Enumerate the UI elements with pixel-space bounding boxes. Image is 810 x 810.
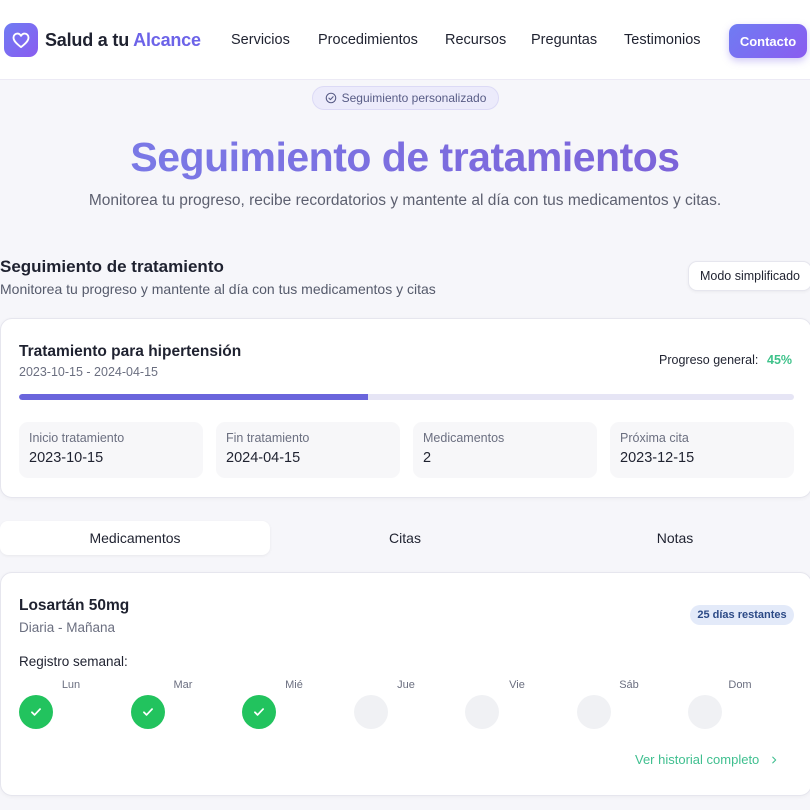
top-navbar: Salud a tu Alcance Servicios Procedimien… [0,0,810,80]
stat-end: Fin tratamiento 2024-04-15 [216,422,400,478]
treatment-card: Tratamiento para hipertensión 2023-10-15… [0,318,810,498]
medication-card: Losartán 50mg Diaria - Mañana 25 días re… [0,572,810,796]
day-toggle-jue[interactable] [354,695,388,729]
day-toggle-mie[interactable] [242,695,276,729]
stat-value: 2 [423,450,432,466]
progress-label: Progreso general: [659,353,759,367]
day-toggle-mar[interactable] [131,695,165,729]
hero-badge: Seguimiento personalizado [312,86,499,110]
tab-medicamentos[interactable]: Medicamentos [0,521,270,555]
view-history-label: Ver historial completo [635,752,760,767]
nav-link-testimonios[interactable]: Testimonios [624,32,701,48]
day-label-mar: Mar [173,679,193,691]
day-toggle-dom[interactable] [688,695,722,729]
nav-link-servicios[interactable]: Servicios [231,32,290,48]
heart-icon [12,32,30,48]
day-label-lun: Lun [61,679,81,691]
check-icon [143,708,153,716]
brand-name[interactable]: Salud a tu Alcance [45,30,201,51]
stat-label: Fin tratamiento [226,431,310,445]
brand-logo[interactable] [4,23,38,57]
nav-link-preguntas[interactable]: Preguntas [531,32,597,48]
treatment-dates: 2023-10-15 - 2024-04-15 [19,365,158,379]
tab-notas[interactable]: Notas [540,521,810,555]
day-toggle-vie[interactable] [465,695,499,729]
hero-subtitle: Monitorea tu progreso, recibe recordator… [88,192,722,209]
treatment-title: Tratamiento para hipertensión [19,343,242,360]
stat-value: 2023-12-15 [620,450,695,466]
tabs-bar: Medicamentos Citas Notas [0,521,810,555]
stat-label: Medicamentos [423,431,505,445]
stat-value: 2023-10-15 [29,450,104,466]
section-subtitle: Monitorea tu progreso y mantente al día … [0,281,436,297]
stat-start: Inicio tratamiento 2023-10-15 [19,422,203,478]
day-toggle-lun[interactable] [19,695,53,729]
stat-next-appointment: Próxima cita 2023-12-15 [610,422,794,478]
brand-name-part1: Salud a tu [45,30,134,50]
stat-value: 2024-04-15 [226,450,301,466]
day-toggle-sab[interactable] [577,695,611,729]
day-label-vie: Vie [509,679,525,691]
section-title: Seguimiento de tratamiento [0,257,224,276]
stat-label: Inicio tratamiento [29,431,125,445]
tab-citas[interactable]: Citas [270,521,540,555]
chevron-right-icon [772,756,777,763]
check-circle-icon [325,92,336,104]
day-label-jue: Jue [397,679,415,691]
medication-name: Losartán 50mg [19,597,130,614]
day-label-mie: Mié [285,679,303,691]
nav-link-procedimientos[interactable]: Procedimientos [318,32,418,48]
nav-link-recursos[interactable]: Recursos [445,32,506,48]
days-remaining-badge: 25 días restantes [690,605,794,625]
stat-label: Próxima cita [620,431,689,445]
progress-bar-fill [19,394,368,400]
hero-badge-label: Seguimiento personalizado [341,91,487,105]
weekly-log-label: Registro semanal: [19,654,128,669]
progress-bar [19,394,794,400]
medication-frequency: Diaria - Mañana [19,620,116,635]
day-label-sab: Sáb [619,679,639,691]
stat-medications: Medicamentos 2 [413,422,597,478]
brand-name-part2: Alcance [133,30,201,50]
day-label-dom: Dom [728,679,752,691]
progress-value: 45% [767,353,793,367]
hero-title: Seguimiento de tratamientos [0,134,810,181]
simple-mode-button[interactable]: Modo simplificado [688,261,810,291]
check-icon [31,708,41,716]
check-icon [254,708,264,716]
contact-button[interactable]: Contacto [729,24,807,58]
view-history-link[interactable]: Ver historial completo [635,752,779,767]
